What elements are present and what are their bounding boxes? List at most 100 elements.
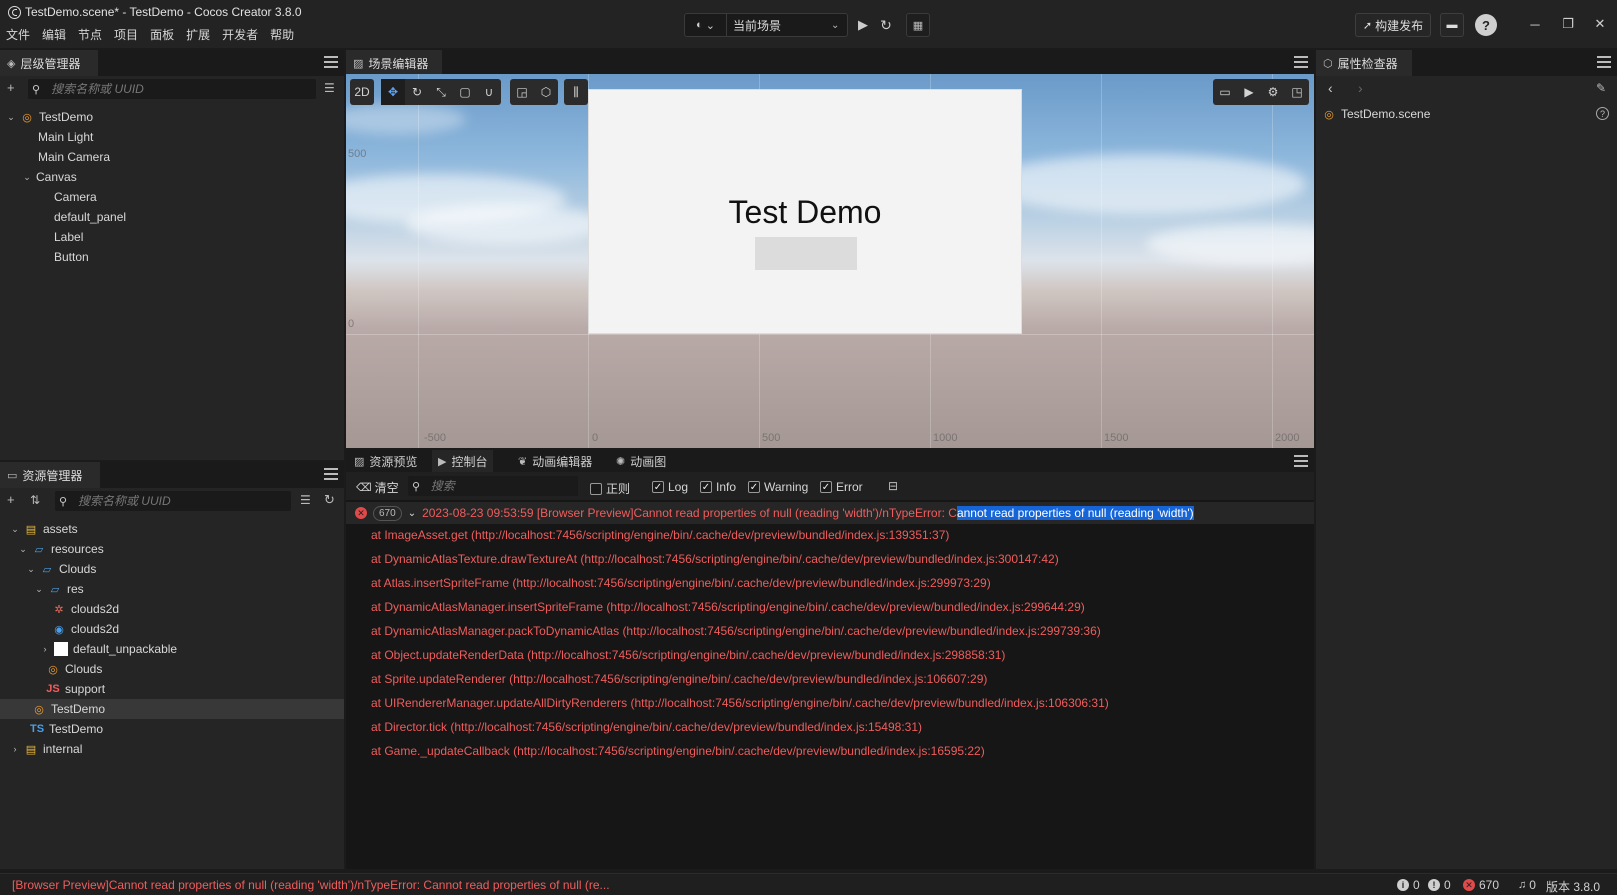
asset-item[interactable]: ⌄ ▤ assets xyxy=(10,519,77,539)
chevron-down-icon[interactable]: ⌄ xyxy=(22,172,32,183)
add-icon[interactable]: + xyxy=(7,492,15,507)
chevron-down-icon[interactable]: ⌄ xyxy=(408,508,416,519)
minimize-button[interactable]: ─ xyxy=(1525,15,1545,33)
help-button[interactable]: ? xyxy=(1475,14,1497,36)
chevron-down-icon[interactable]: ⌄ xyxy=(6,112,16,123)
tab-console[interactable]: ▶ 控制台 xyxy=(432,450,494,472)
checkbox-checked-icon[interactable]: ✓ xyxy=(820,481,832,493)
gizmo-icon[interactable]: ◳ xyxy=(1285,79,1309,105)
tree-node[interactable]: default_panel xyxy=(54,207,126,227)
filter-warning[interactable]: ✓ Warning xyxy=(748,480,808,494)
status-info[interactable]: i 0 xyxy=(1397,878,1420,892)
forward-icon[interactable]: › xyxy=(1358,80,1363,96)
menu-help[interactable]: 帮助 xyxy=(270,26,294,43)
stack-trace-line[interactable]: at UIRendererManager.updateAllDirtyRende… xyxy=(371,696,1109,716)
asset-item[interactable]: › default_unpackable xyxy=(40,639,177,659)
checkbox-icon[interactable] xyxy=(590,482,602,495)
gear-icon[interactable]: ⚙ xyxy=(1261,79,1285,105)
chevron-down-icon[interactable]: ⌄ xyxy=(10,524,20,535)
qrcode-button[interactable]: ▦ xyxy=(906,13,930,37)
menu-extension[interactable]: 扩展 xyxy=(186,26,210,43)
status-warning[interactable]: ! 0 xyxy=(1428,878,1451,892)
tree-node[interactable]: ⌄ ◎ TestDemo xyxy=(6,107,93,127)
filter-log[interactable]: ✓ Log xyxy=(652,480,688,494)
hierarchy-search[interactable]: ⚲ xyxy=(28,79,316,99)
chevron-right-icon[interactable]: › xyxy=(40,644,50,654)
assets-search-input[interactable] xyxy=(71,494,291,508)
rotate-tool-icon[interactable]: ↻ xyxy=(405,79,429,105)
pivot-icon[interactable]: ◲ xyxy=(510,79,534,105)
preview-scene-select[interactable]: ◐ ⌄ 当前场景 ⌄ xyxy=(684,13,848,37)
status-error[interactable]: ✕ 670 xyxy=(1463,878,1499,892)
scale-tool-icon[interactable]: ⤡ xyxy=(429,79,453,105)
menu-node[interactable]: 节点 xyxy=(78,26,102,43)
stack-trace-line[interactable]: at Atlas.insertSpriteFrame (http://local… xyxy=(371,576,991,596)
chevron-down-icon[interactable]: ⌄ xyxy=(34,584,44,595)
stack-trace-line[interactable]: at Sprite.updateRenderer (http://localho… xyxy=(371,672,987,692)
back-icon[interactable]: ‹ xyxy=(1328,80,1333,96)
menu-project[interactable]: 项目 xyxy=(114,26,138,43)
checkbox-checked-icon[interactable]: ✓ xyxy=(700,481,712,493)
refresh-icon[interactable]: ↻ xyxy=(324,492,335,508)
collapse-list-icon[interactable]: ☰ xyxy=(324,81,335,95)
tab-inspector[interactable]: ⬡ 属性检查器 xyxy=(1316,50,1412,76)
play-button[interactable]: ▶ xyxy=(852,13,874,37)
pin-icon[interactable]: ✎ xyxy=(1596,81,1606,95)
add-icon[interactable]: + xyxy=(7,80,15,95)
log-entry-error[interactable]: ✕ 670 ⌄ 2023-08-23 09:53:59 [Browser Pre… xyxy=(346,502,1314,524)
global-icon[interactable]: ⬡ xyxy=(534,79,558,105)
stack-trace-line[interactable]: at DynamicAtlasManager.insertSpriteFrame… xyxy=(371,600,1085,620)
panel-menu-icon[interactable] xyxy=(324,56,338,68)
stack-trace-line[interactable]: at Object.updateRenderData (http://local… xyxy=(371,648,1005,668)
sort-icon[interactable]: ⇅ xyxy=(30,493,40,507)
maximize-button[interactable]: ❐ xyxy=(1558,15,1578,33)
filter-regex[interactable]: 正则 xyxy=(590,480,630,497)
menu-developer[interactable]: 开发者 xyxy=(222,26,258,43)
assets-search[interactable]: ⚲ xyxy=(55,491,291,511)
asset-item[interactable]: ⌄ ▱ res xyxy=(34,579,83,599)
console-search[interactable]: ⚲ xyxy=(408,476,578,496)
align-icon[interactable]: ⫼ xyxy=(564,79,588,105)
close-button[interactable]: ✕ xyxy=(1590,15,1610,33)
magnet-tool-icon[interactable]: ∪ xyxy=(477,79,501,105)
build-button[interactable]: ➚ 构建发布 xyxy=(1355,13,1431,37)
status-message[interactable]: [Browser Preview]Cannot read properties … xyxy=(12,878,610,892)
panel-menu-icon[interactable] xyxy=(1294,56,1308,68)
tree-node[interactable]: Label xyxy=(54,227,83,247)
tree-node[interactable]: Camera xyxy=(54,187,97,207)
chevron-down-icon[interactable]: ⌄ xyxy=(26,564,36,575)
chevron-right-icon[interactable]: › xyxy=(10,744,20,754)
asset-item[interactable]: ⌄ ▱ Clouds xyxy=(26,559,96,579)
status-notifications[interactable]: ♫ 0 xyxy=(1518,878,1536,892)
resolution-icon[interactable]: ▭ xyxy=(1213,79,1237,105)
stack-trace-line[interactable]: at Director.tick (http://localhost:7456/… xyxy=(371,720,922,740)
refresh-button[interactable]: ↻ xyxy=(875,13,897,37)
tab-scene-editor[interactable]: ▨ 场景编辑器 xyxy=(346,50,442,76)
panel-menu-icon[interactable] xyxy=(1294,455,1308,467)
rect-tool-icon[interactable]: ▢ xyxy=(453,79,477,105)
filter-error[interactable]: ✓ Error xyxy=(820,480,863,494)
tab-hierarchy[interactable]: ◈ 层级管理器 xyxy=(0,50,98,76)
menu-panel[interactable]: 面板 xyxy=(150,26,174,43)
canvas-label-text[interactable]: Test Demo xyxy=(589,194,1021,231)
camera-icon[interactable]: ▶ xyxy=(1237,79,1261,105)
panel-menu-icon[interactable] xyxy=(1597,56,1611,68)
tab-assets[interactable]: ▭ 资源管理器 xyxy=(0,462,100,488)
asset-item[interactable]: TS TestDemo xyxy=(30,719,103,739)
stack-trace-line[interactable]: at DynamicAtlasTexture.drawTextureAt (ht… xyxy=(371,552,1059,572)
tree-node[interactable]: Main Camera xyxy=(38,147,110,167)
stack-trace-line[interactable]: at ImageAsset.get (http://localhost:7456… xyxy=(371,528,949,548)
tree-node[interactable]: Button xyxy=(54,247,89,267)
canvas-button-node[interactable] xyxy=(755,237,857,270)
asset-item-selected[interactable]: ◎ TestDemo xyxy=(0,699,344,719)
open-project-folder-button[interactable]: ▬ xyxy=(1440,13,1464,37)
collapse-list-icon[interactable]: ☰ xyxy=(300,493,311,507)
help-icon[interactable]: ? xyxy=(1596,107,1609,120)
collapse-log-button[interactable]: ⊟ xyxy=(888,479,898,493)
asset-item[interactable]: ◉ clouds2d xyxy=(52,619,119,639)
tab-asset-preview[interactable]: ▨ 资源预览 xyxy=(348,450,423,472)
tree-node[interactable]: Main Light xyxy=(38,127,93,147)
canvas-node[interactable]: Test Demo xyxy=(588,89,1022,334)
asset-item[interactable]: ✲ clouds2d xyxy=(52,599,119,619)
stack-trace-line[interactable]: at Game._updateCallback (http://localhos… xyxy=(371,744,985,764)
